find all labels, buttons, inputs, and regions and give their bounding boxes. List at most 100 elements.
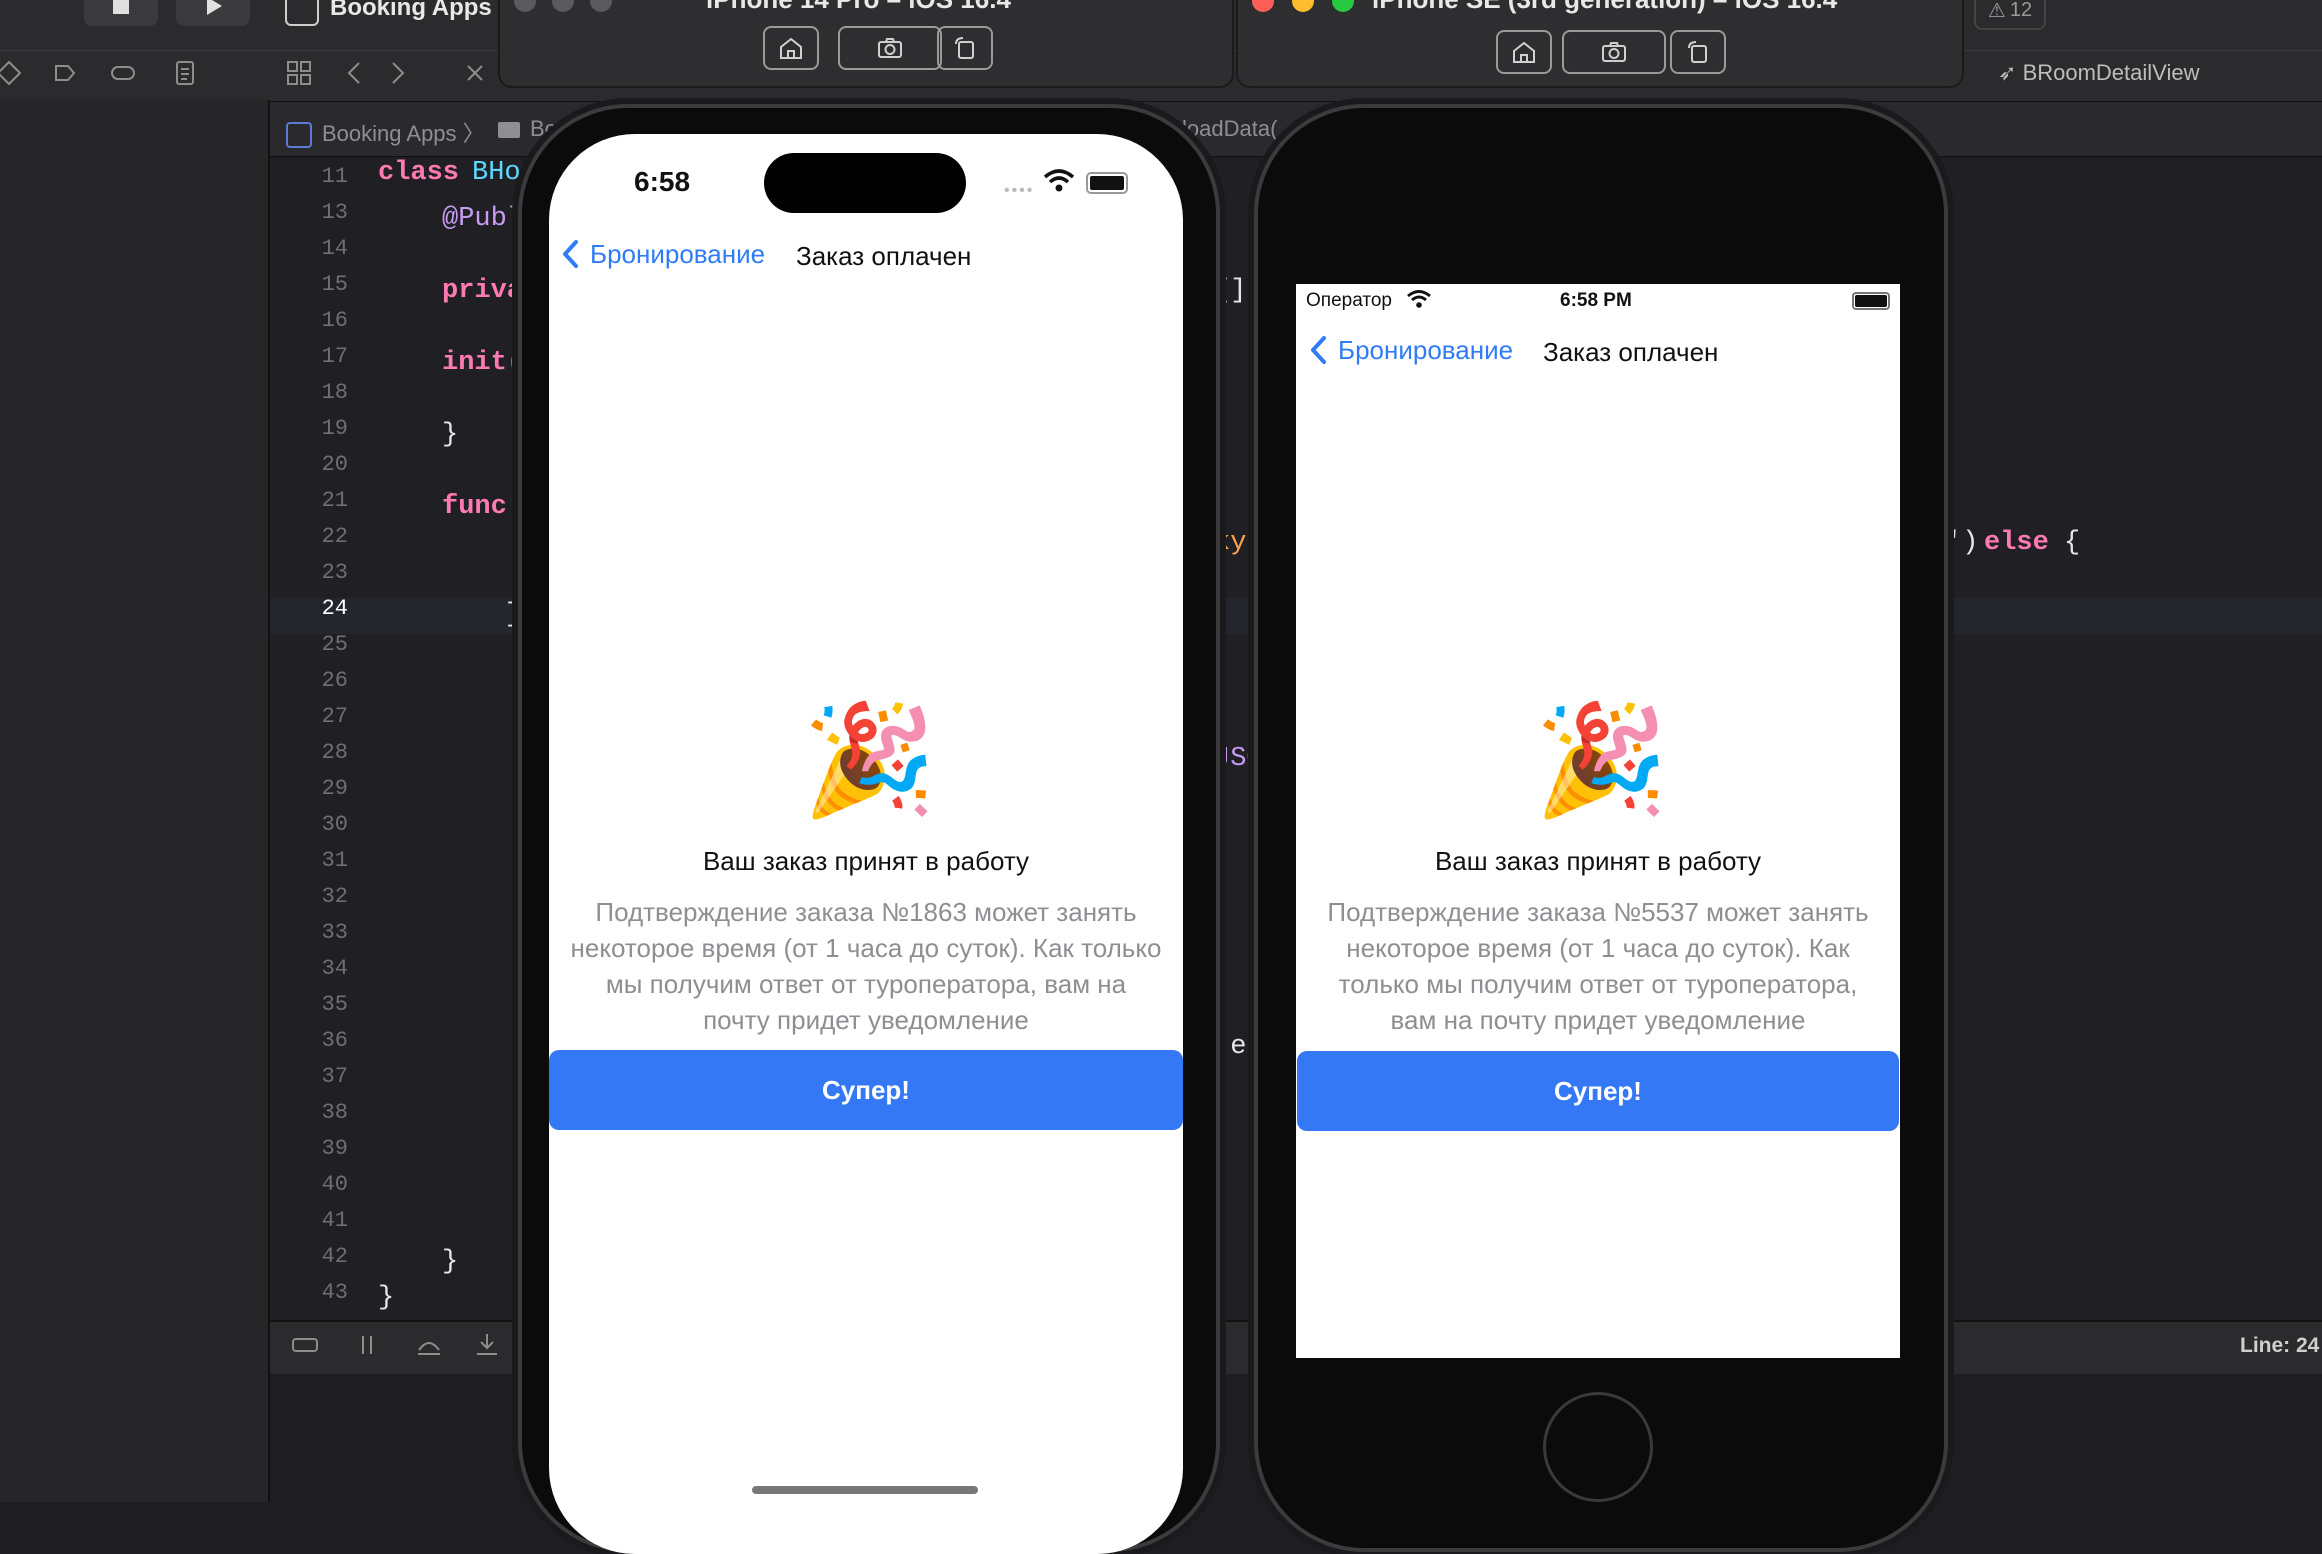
sim-rotate-button[interactable]: [937, 26, 993, 70]
report-icon[interactable]: [170, 58, 202, 90]
folder-icon: [498, 122, 520, 139]
sim-screenshot-button[interactable]: [1562, 30, 1666, 74]
line-number[interactable]: 30: [268, 812, 348, 837]
warning-icon: ⚠: [1987, 0, 2006, 22]
sim-home-button[interactable]: [1496, 30, 1552, 74]
line-number[interactable]: 43: [268, 1280, 348, 1305]
chevron-left-icon: [1311, 336, 1326, 364]
step-into-icon[interactable]: [472, 1330, 504, 1362]
project-title[interactable]: Booking Apps: [330, 0, 492, 22]
line-number[interactable]: 15: [268, 272, 348, 297]
super-button[interactable]: Супер!: [549, 1050, 1183, 1130]
code-brace: }: [442, 1247, 459, 1277]
run-button[interactable]: [176, 0, 250, 26]
diamond-icon[interactable]: [0, 58, 26, 90]
message-body: Подтверждение заказа №1863 может занять …: [570, 897, 1162, 1035]
status-carrier: Оператор: [1306, 290, 1392, 311]
code-brace: }: [378, 1283, 395, 1313]
home-button[interactable]: [1543, 1392, 1653, 1502]
nav-back-button[interactable]: Бронирование: [560, 238, 765, 270]
dynamic-island: [764, 153, 966, 213]
line-number[interactable]: 14: [268, 236, 348, 261]
cursor-line-info: Line: 24: [2240, 1334, 2320, 1357]
sim-screenshot-button[interactable]: [838, 26, 942, 70]
line-number[interactable]: 23: [268, 560, 348, 585]
message-title: Ваш заказ принят в работу: [1434, 846, 1762, 876]
rotate-icon: [1688, 41, 1707, 63]
line-number[interactable]: 37: [268, 1064, 348, 1089]
line-number[interactable]: 26: [268, 668, 348, 693]
code-peek: {: [2064, 528, 2081, 558]
code-brace: }: [442, 420, 459, 450]
party-popper-icon: 🎉: [802, 699, 937, 820]
pause-icon[interactable]: [352, 1330, 384, 1362]
line-number[interactable]: 18: [268, 380, 348, 405]
line-number[interactable]: 42: [268, 1244, 348, 1269]
play-icon: [207, 0, 222, 15]
message-title: Ваш заказ принят в работу: [702, 846, 1030, 876]
sim-home-button[interactable]: [763, 26, 819, 70]
line-number[interactable]: 27: [268, 704, 348, 729]
rotate-icon: [955, 37, 974, 59]
code-keyword-class: class: [378, 158, 460, 188]
line-number[interactable]: 11: [268, 164, 348, 189]
line-number[interactable]: 29: [268, 776, 348, 801]
grid-icon[interactable]: [284, 58, 316, 90]
tag-icon[interactable]: [50, 58, 82, 90]
line-number[interactable]: 34: [268, 956, 348, 981]
line-number[interactable]: 36: [268, 1028, 348, 1053]
line-number[interactable]: 22: [268, 524, 348, 549]
swift-icon: ➶: [1998, 60, 2017, 85]
battery-icon: [1852, 292, 1890, 310]
message-body: Подтверждение заказа №5537 может занять …: [1327, 897, 1869, 1035]
iphone-se-screen[interactable]: [1296, 284, 1900, 1358]
line-number[interactable]: 17: [268, 344, 348, 369]
home-indicator[interactable]: [752, 1486, 978, 1494]
super-button[interactable]: Супер!: [1297, 1051, 1899, 1131]
line-number[interactable]: 28: [268, 740, 348, 765]
line-number[interactable]: 20: [268, 452, 348, 477]
line-number[interactable]: 32: [268, 884, 348, 909]
line-number[interactable]: 13: [268, 200, 348, 225]
camera-icon: [1602, 42, 1626, 62]
code-keyword-func: func: [442, 492, 507, 522]
battery-icon: [1086, 172, 1128, 194]
line-number[interactable]: 21: [268, 488, 348, 513]
sim-rotate-button[interactable]: [1670, 30, 1726, 74]
simulator-title: iPhone 14 Pro – iOS 16.4: [706, 0, 1011, 15]
nav-back-button[interactable]: Бронирование: [1308, 334, 1513, 366]
chevron-left-icon: [563, 240, 578, 268]
line-number[interactable]: 35: [268, 992, 348, 1017]
code-keyword-else: else: [1984, 528, 2049, 558]
line-number[interactable]: 24: [268, 596, 348, 621]
code-attribute-published: @Publ: [442, 204, 524, 234]
wifi-icon: [1407, 290, 1431, 308]
back-arrow-icon[interactable]: [340, 58, 372, 90]
breadcrumb-project[interactable]: Booking Apps 〉: [286, 116, 485, 149]
step-over-icon[interactable]: [414, 1330, 446, 1362]
stop-button[interactable]: [84, 0, 158, 26]
line-number[interactable]: 31: [268, 848, 348, 873]
line-number[interactable]: 40: [268, 1172, 348, 1197]
nav-title: Заказ оплачен: [796, 241, 972, 271]
line-number[interactable]: 25: [268, 632, 348, 657]
nav-title: Заказ оплачен: [1543, 337, 1719, 367]
iphone-14-pro-screen[interactable]: [549, 134, 1183, 1554]
project-file-icon: [286, 122, 312, 149]
warnings-badge[interactable]: ⚠ 12: [1974, 0, 2046, 30]
line-number[interactable]: 33: [268, 920, 348, 945]
close-tab-icon[interactable]: [460, 58, 492, 90]
project-app-icon: [285, 0, 319, 26]
party-popper-icon: 🎉: [1534, 699, 1669, 820]
line-number[interactable]: 19: [268, 416, 348, 441]
line-number[interactable]: 16: [268, 308, 348, 333]
line-number[interactable]: 41: [268, 1208, 348, 1233]
forward-arrow-icon[interactable]: [382, 58, 414, 90]
wifi-icon: [1043, 169, 1075, 192]
line-number[interactable]: 39: [268, 1136, 348, 1161]
line-number[interactable]: 38: [268, 1100, 348, 1125]
label-icon[interactable]: [108, 58, 140, 90]
editor-tab-broomdetailview[interactable]: ➶ BRoomDetailView: [1998, 60, 2199, 86]
home-icon: [1513, 41, 1535, 63]
toggle-console-icon[interactable]: [290, 1330, 322, 1362]
